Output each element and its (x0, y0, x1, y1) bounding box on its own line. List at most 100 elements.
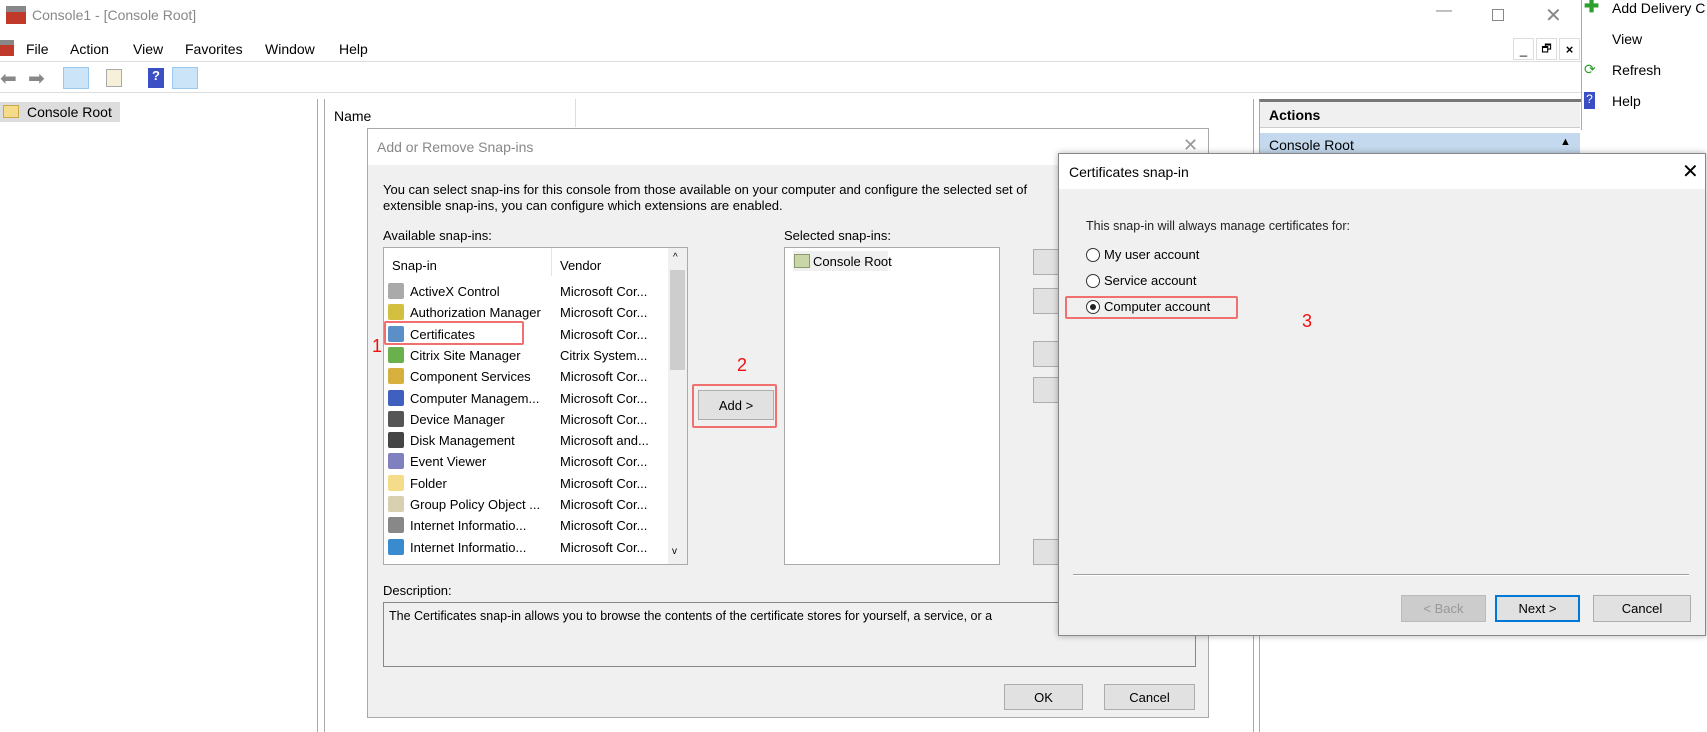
dialog-title-bar: Certificates snap-in ✕ (1059, 154, 1705, 189)
snapin-vendor: Microsoft Cor... (560, 475, 648, 491)
maximize-button[interactable] (1492, 9, 1504, 21)
mdi-minimize-button[interactable]: _ (1513, 38, 1534, 60)
actions-overflow: ✚ Add Delivery C View ⟳ Refresh ? Help (1581, 0, 1707, 130)
available-snapins-list[interactable]: Snap-in Vendor ^ v ActiveX Control Micros… (383, 247, 688, 565)
ok-button[interactable]: OK (1004, 684, 1083, 710)
toolbar: ⬅ ➡ ? (0, 63, 1581, 93)
component-services-icon (388, 368, 404, 385)
snapin-name: Device Manager (410, 411, 505, 427)
snapin-name: Group Policy Object ... (410, 497, 541, 512)
menu-help[interactable]: Help (339, 41, 368, 57)
folder-icon (388, 474, 404, 491)
action-add-delivery[interactable]: Add Delivery C (1612, 0, 1705, 16)
cancel-button[interactable]: Cancel (1104, 684, 1195, 710)
snapin-row[interactable]: Internet Informatio... Microsoft Cor... (384, 515, 684, 536)
tree-item-console-root[interactable]: Console Root (0, 102, 120, 122)
snapin-row[interactable]: Computer Managem... Microsoft Cor... (384, 388, 684, 409)
add-icon: ✚ (1584, 0, 1600, 16)
snapin-name: Citrix Site Manager (410, 347, 521, 363)
snapin-row[interactable]: Internet Informatio... Microsoft Cor... (384, 537, 684, 558)
snapin-row[interactable]: Disk Management Microsoft and... (384, 430, 684, 451)
actions-header: Actions (1260, 102, 1580, 128)
snapin-row[interactable]: Device Manager Microsoft Cor... (384, 409, 684, 430)
close-button[interactable]: ✕ (1545, 3, 1562, 28)
snapin-name: Computer Managem... (410, 390, 540, 406)
back-button[interactable]: < Back (1401, 595, 1486, 622)
group-policy-icon (388, 496, 404, 512)
close-button[interactable]: ✕ (1682, 159, 1699, 184)
radio-button[interactable] (1086, 248, 1100, 262)
snapin-vendor: Microsoft Cor... (560, 411, 648, 427)
menu-file[interactable]: File (26, 41, 49, 57)
folder-icon (3, 105, 19, 118)
selected-snapins-list[interactable]: Console Root (784, 247, 1000, 565)
authorization-manager-icon (388, 304, 404, 321)
column-header-name[interactable]: Name (334, 108, 371, 124)
highlight-computer-account (1065, 296, 1238, 319)
back-arrow-icon[interactable]: ⬅ (0, 66, 17, 91)
citrix-site-manager-icon (388, 346, 404, 363)
snapin-name: Component Services (410, 369, 531, 385)
snapin-vendor: Microsoft and... (560, 433, 649, 449)
iis-icon (388, 517, 404, 534)
scroll-up-icon[interactable]: ^ (673, 252, 678, 263)
menu-favorites[interactable]: Favorites (185, 41, 243, 57)
next-button[interactable]: Next > (1495, 595, 1580, 622)
mdi-restore-button[interactable]: 🗗 (1536, 38, 1557, 60)
action-view[interactable]: View (1612, 31, 1642, 47)
snapin-name: Folder (410, 475, 447, 491)
snapin-vendor: Microsoft Cor... (560, 326, 648, 342)
snapin-vendor: Microsoft Cor... (560, 284, 648, 299)
separator (1073, 574, 1689, 576)
show-hide-tree-icon[interactable] (63, 67, 89, 89)
device-manager-icon (388, 410, 404, 427)
column-divider[interactable] (551, 248, 552, 276)
show-hide-action-pane-icon[interactable] (172, 67, 198, 89)
prompt-text: This snap-in will always manage certific… (1086, 219, 1350, 233)
mmc-app-icon (6, 6, 26, 24)
snapin-row[interactable]: Event Viewer Microsoft Cor... (384, 451, 684, 472)
menu-window[interactable]: Window (265, 41, 315, 57)
mdi-close-button[interactable]: × (1559, 38, 1580, 60)
snapin-row[interactable]: ActiveX Control Microsoft Cor... (384, 281, 684, 302)
snapin-vendor: Microsoft Cor... (560, 539, 648, 555)
snapin-row[interactable]: Component Services Microsoft Cor... (384, 366, 684, 387)
radio-button[interactable] (1086, 274, 1100, 288)
column-header-vendor[interactable]: Vendor (560, 258, 601, 273)
snapin-name: Authorization Manager (410, 305, 541, 321)
certificates-snapin-dialog: Certificates snap-in ✕ This snap-in will… (1058, 153, 1706, 636)
menu-view[interactable]: View (133, 41, 163, 57)
annotation-3: 3 (1302, 311, 1313, 331)
column-divider[interactable] (575, 99, 576, 127)
snapin-row[interactable]: Citrix Site Manager Citrix System... (384, 345, 684, 366)
minimize-button[interactable]: — (1432, 2, 1456, 20)
snapin-row[interactable]: Folder Microsoft Cor... (384, 473, 684, 494)
folder-icon (794, 254, 810, 268)
highlight-add-button (692, 384, 777, 428)
snapin-vendor: Microsoft Cor... (560, 518, 648, 534)
collapse-arrow-icon[interactable]: ▲ (1560, 136, 1571, 148)
snapin-row[interactable]: Group Policy Object ... Microsoft Cor... (384, 494, 684, 515)
help-icon[interactable]: ? (148, 68, 164, 88)
forward-arrow-icon[interactable]: ➡ (28, 66, 45, 91)
snapin-name: Disk Management (410, 433, 515, 449)
actions-section-console-root[interactable]: Console Root ▲ (1260, 133, 1580, 155)
menu-action[interactable]: Action (70, 41, 109, 57)
computer-management-icon (388, 389, 404, 406)
snapin-vendor: Microsoft Cor... (560, 390, 648, 406)
activex-control-icon (388, 283, 404, 299)
export-list-icon[interactable] (106, 69, 122, 87)
snapin-name: Internet Informatio... (410, 539, 527, 555)
action-help[interactable]: Help (1612, 93, 1641, 109)
snapin-vendor: Citrix System... (560, 347, 648, 363)
action-refresh[interactable]: Refresh (1612, 62, 1661, 78)
available-label: Available snap-ins: (383, 228, 492, 243)
selected-item[interactable]: Console Root (793, 251, 892, 271)
column-header-snapin[interactable]: Snap-in (392, 258, 437, 273)
window-title: Console1 - [Console Root] (32, 7, 197, 23)
snapin-vendor: Microsoft Cor... (560, 369, 648, 385)
cancel-button[interactable]: Cancel (1593, 595, 1691, 622)
intro-text: You can select snap-ins for this console… (383, 182, 1028, 197)
dialog-title: Add or Remove Snap-ins (377, 139, 534, 155)
snapin-name: ActiveX Control (410, 284, 500, 299)
